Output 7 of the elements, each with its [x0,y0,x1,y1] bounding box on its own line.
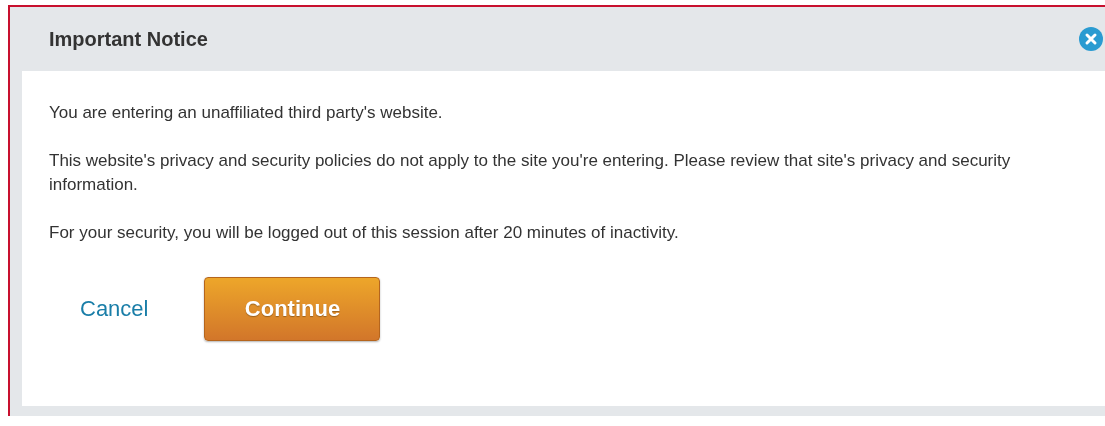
close-icon[interactable] [1079,27,1103,51]
notice-text: This website's privacy and security policies do not apply to the site you're entering. Please review that site's privacy and security information. [49,150,1012,196]
notice-text: For your security, you will be logged out of this session after 20 minutes of inactivity. [49,222,680,244]
continue-button[interactable]: Continue [204,277,381,341]
dialog-title: Important Notice [49,27,208,51]
cancel-link[interactable]: Cancel [80,296,149,322]
notice-text: You are entering an unaffiliated third party's website. [49,102,444,124]
